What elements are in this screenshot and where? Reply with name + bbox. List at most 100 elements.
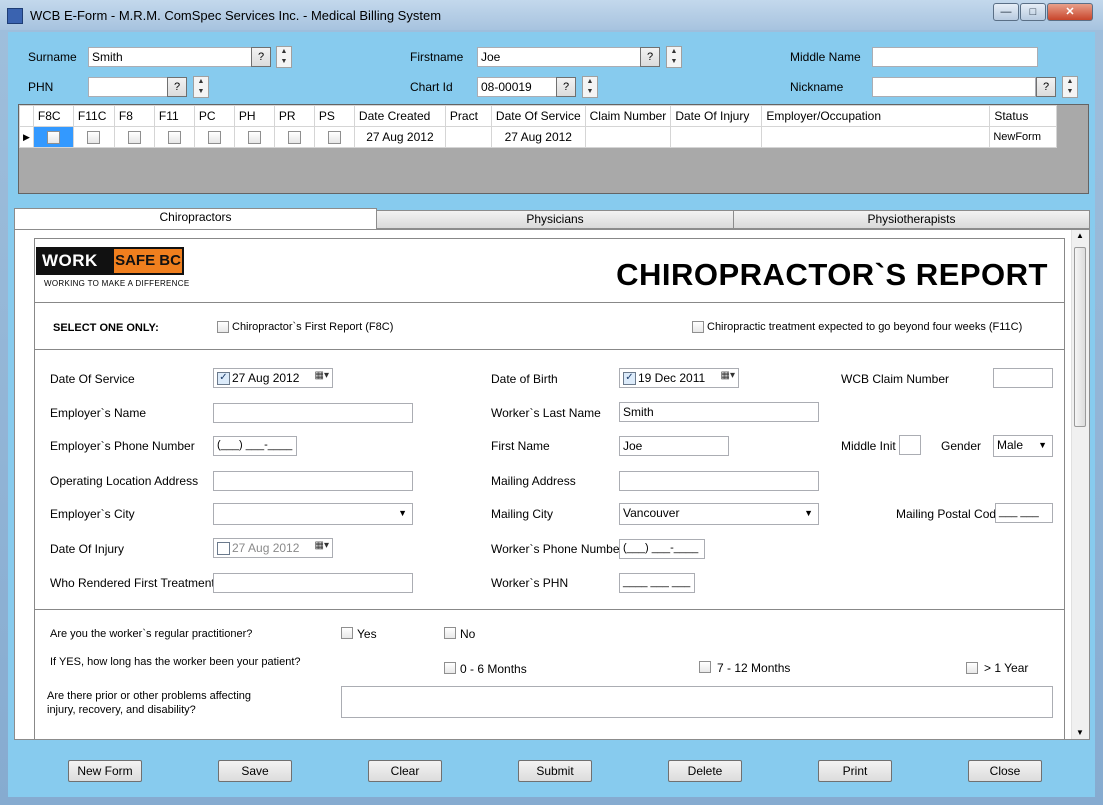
mailing-address-input[interactable]	[619, 471, 819, 491]
row-employer[interactable]	[761, 126, 991, 148]
row-ps-cell[interactable]	[313, 126, 355, 148]
row-ph-cell[interactable]	[233, 126, 275, 148]
f8c-report-checkbox[interactable]	[217, 321, 229, 333]
row-date-created[interactable]: 27 Aug 2012	[353, 126, 446, 148]
col-pc[interactable]: PC	[193, 105, 235, 127]
surname-input[interactable]: Smith	[88, 47, 252, 67]
pr-checkbox[interactable]	[287, 131, 301, 145]
row-f8-cell[interactable]	[113, 126, 155, 148]
f8-checkbox[interactable]	[127, 131, 141, 145]
table-row[interactable]: ▶ 27 Aug 2012 27 Aug 2012 NewForm	[19, 126, 1058, 148]
first-name-input[interactable]: Joe	[619, 436, 729, 456]
chart-id-input[interactable]: 08-00019	[477, 77, 557, 97]
dob-picker[interactable]: ✓ 19 Dec 2011 ▦▾	[619, 368, 739, 388]
row-pr-cell[interactable]	[273, 126, 315, 148]
scroll-down-icon[interactable]: ▼	[1076, 728, 1084, 737]
col-f8[interactable]: F8	[113, 105, 155, 127]
f8c-checkbox[interactable]	[46, 131, 60, 145]
col-f11[interactable]: F11	[153, 105, 195, 127]
tab-chiropractors[interactable]: Chiropractors	[14, 208, 377, 230]
worker-last-name-input[interactable]: Smith	[619, 402, 819, 422]
row-date-of-service[interactable]: 27 Aug 2012	[490, 126, 586, 148]
f11-checkbox[interactable]	[167, 131, 181, 145]
who-rendered-input[interactable]	[213, 573, 413, 593]
maximize-button[interactable]: □	[1020, 3, 1046, 21]
row-f8c-cell[interactable]	[32, 126, 74, 148]
row-status[interactable]: NewForm	[989, 126, 1058, 148]
date-of-injury-picker[interactable]: 27 Aug 2012 ▦▾	[213, 538, 333, 558]
middle-init-input[interactable]	[899, 435, 921, 455]
phn-input[interactable]	[88, 77, 168, 97]
employer-name-input[interactable]	[213, 403, 413, 423]
calendar-dropdown-icon[interactable]: ▦▾	[315, 540, 329, 551]
submit-button[interactable]: Submit	[518, 760, 592, 782]
f11c-report-checkbox[interactable]	[692, 321, 704, 333]
chart-id-lookup-button[interactable]: ?	[556, 77, 576, 97]
row-f11-cell[interactable]	[153, 126, 195, 148]
col-pr[interactable]: PR	[273, 105, 315, 127]
postal-code-input[interactable]: ___ ___	[995, 503, 1053, 523]
vertical-scrollbar[interactable]: ▲ ▼	[1071, 230, 1089, 739]
row-f11c-cell[interactable]	[72, 126, 115, 148]
date-of-injury-checkbox[interactable]	[217, 542, 230, 555]
firstname-spinner[interactable]: ▲ ▼	[666, 46, 682, 68]
employer-phone-input[interactable]: (___) ___-____	[213, 436, 297, 456]
phn-spinner[interactable]: ▲ ▼	[193, 76, 209, 98]
7-12-months-checkbox[interactable]	[699, 661, 711, 673]
tab-physiotherapists[interactable]: Physiotherapists	[733, 210, 1090, 229]
new-form-button[interactable]: New Form	[68, 760, 142, 782]
minimize-button[interactable]: —	[993, 3, 1019, 21]
scroll-up-icon[interactable]: ▲	[1076, 231, 1084, 240]
over-1-year-checkbox[interactable]	[966, 662, 978, 674]
op-location-input[interactable]	[213, 471, 413, 491]
calendar-dropdown-icon[interactable]: ▦▾	[721, 370, 735, 381]
col-date-of-service[interactable]: Date Of Service	[490, 105, 586, 127]
delete-button[interactable]: Delete	[668, 760, 742, 782]
surname-spinner[interactable]: ▲ ▼	[276, 46, 292, 68]
print-button[interactable]: Print	[818, 760, 892, 782]
employer-city-select[interactable]: ▼	[213, 503, 413, 525]
close-window-button[interactable]: ✕	[1047, 3, 1093, 21]
ps-checkbox[interactable]	[327, 131, 341, 145]
col-ps[interactable]: PS	[313, 105, 355, 127]
surname-lookup-button[interactable]: ?	[251, 47, 271, 67]
worker-phn-input[interactable]: ____ ___ ___	[619, 573, 695, 593]
nickname-spinner[interactable]: ▲ ▼	[1062, 76, 1078, 98]
close-button[interactable]: Close	[968, 760, 1042, 782]
mailing-city-select[interactable]: Vancouver ▼	[619, 503, 819, 525]
col-date-created[interactable]: Date Created	[353, 105, 446, 127]
chart-id-spinner[interactable]: ▲ ▼	[582, 76, 598, 98]
row-pc-cell[interactable]	[193, 126, 235, 148]
prior-problems-textarea[interactable]	[341, 686, 1053, 718]
worker-phone-input[interactable]: (___) ___-____	[619, 539, 705, 559]
col-f8c[interactable]: F8C	[32, 105, 74, 127]
col-f11c[interactable]: F11C	[72, 105, 115, 127]
clear-button[interactable]: Clear	[368, 760, 442, 782]
nickname-input[interactable]	[872, 77, 1036, 97]
row-claim-number[interactable]	[584, 126, 672, 148]
date-of-service-checkbox[interactable]: ✓	[217, 372, 230, 385]
col-employer[interactable]: Employer/Occupation	[761, 105, 991, 127]
tab-physicians[interactable]: Physicians	[376, 210, 734, 229]
col-pract[interactable]: Pract	[444, 105, 492, 127]
pc-checkbox[interactable]	[207, 131, 221, 145]
firstname-input[interactable]: Joe	[477, 47, 641, 67]
no-checkbox[interactable]	[444, 627, 456, 639]
yes-checkbox[interactable]	[341, 627, 353, 639]
row-pract[interactable]	[444, 126, 492, 148]
wcb-claim-input[interactable]	[993, 368, 1053, 388]
col-claim-number[interactable]: Claim Number	[584, 105, 672, 127]
col-ph[interactable]: PH	[233, 105, 275, 127]
f11c-checkbox[interactable]	[87, 131, 101, 145]
save-button[interactable]: Save	[218, 760, 292, 782]
calendar-dropdown-icon[interactable]: ▦▾	[315, 370, 329, 381]
middle-name-input[interactable]	[872, 47, 1038, 67]
ph-checkbox[interactable]	[247, 131, 261, 145]
dob-checkbox[interactable]: ✓	[623, 372, 636, 385]
col-date-of-injury[interactable]: Date Of Injury	[670, 105, 763, 127]
scrollbar-thumb[interactable]	[1074, 247, 1086, 427]
nickname-lookup-button[interactable]: ?	[1036, 77, 1056, 97]
col-status[interactable]: Status	[989, 105, 1058, 127]
gender-select[interactable]: Male ▼	[993, 435, 1053, 457]
0-6-months-checkbox[interactable]	[444, 662, 456, 674]
